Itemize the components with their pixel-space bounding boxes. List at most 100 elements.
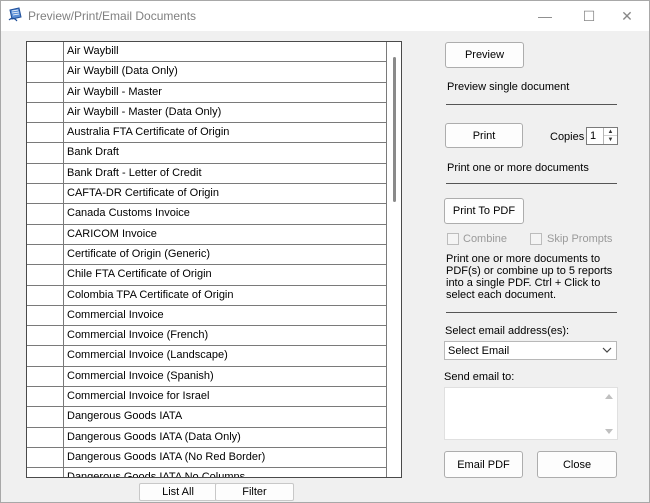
row-selector[interactable]	[27, 366, 64, 387]
list-item[interactable]: Dangerous Goods IATA (No Red Border)	[27, 447, 387, 469]
document-list[interactable]: Air Waybill Air Waybill (Data Only) Air Wa…	[26, 41, 402, 478]
preview-print-email-window: Preview/Print/Email Documents — ☐ ✕ Air …	[0, 0, 650, 503]
maximize-icon: ☐	[582, 7, 596, 24]
document-list-rows: Air Waybill Air Waybill (Data Only) Air Wa…	[27, 42, 387, 477]
list-item[interactable]: Commercial Invoice (Spanish)	[27, 366, 387, 388]
row-selector[interactable]	[27, 285, 64, 305]
document-name: Bank Draft - Letter of Credit	[64, 163, 387, 184]
list-item[interactable]: Air Waybill (Data Only)	[27, 62, 387, 83]
separator	[446, 104, 617, 105]
document-name: Commercial Invoice (Landscape)	[64, 346, 387, 366]
row-selector[interactable]	[27, 447, 64, 468]
list-item[interactable]: Dangerous Goods IATA No Columns	[27, 468, 387, 477]
email-select-value: Select Email	[448, 345, 510, 357]
row-selector[interactable]	[27, 102, 64, 123]
minimize-button[interactable]: —	[523, 1, 567, 31]
document-name: Commercial Invoice (French)	[64, 326, 387, 346]
close-button[interactable]: Close	[537, 451, 617, 478]
document-name: Dangerous Goods IATA No Columns	[64, 468, 387, 477]
row-selector[interactable]	[27, 346, 64, 366]
list-item[interactable]: Commercial Invoice (French)	[27, 326, 387, 347]
list-item[interactable]: Commercial Invoice (Landscape)	[27, 346, 387, 367]
document-name: Certificate of Origin (Generic)	[64, 244, 387, 265]
copies-value: 1	[590, 130, 597, 142]
list-item[interactable]: Air Waybill	[27, 42, 387, 63]
row-selector[interactable]	[27, 143, 64, 163]
copies-stepper[interactable]: 1 ▲ ▼	[586, 127, 618, 145]
document-name: CAFTA-DR Certificate of Origin	[64, 184, 387, 204]
list-item[interactable]: Commercial Invoice for Israel	[27, 387, 387, 408]
print-description: Print one or more documents	[447, 162, 589, 174]
list-item[interactable]: Dangerous Goods IATA	[27, 407, 387, 428]
list-item[interactable]: Colombia TPA Certificate of Origin	[27, 285, 387, 306]
chevron-down-icon	[602, 347, 612, 353]
row-selector[interactable]	[27, 123, 64, 143]
minimize-icon: —	[538, 8, 552, 24]
document-name: CARICOM Invoice	[64, 224, 387, 244]
row-selector[interactable]	[27, 82, 64, 102]
row-selector[interactable]	[27, 468, 64, 477]
row-selector[interactable]	[27, 244, 64, 265]
print-to-pdf-button[interactable]: Print To PDF	[444, 198, 524, 224]
row-selector[interactable]	[27, 62, 64, 82]
document-name: Dangerous Goods IATA	[64, 407, 387, 427]
combine-checkbox[interactable]	[447, 233, 459, 245]
row-selector[interactable]	[27, 163, 64, 184]
send-email-to-field[interactable]	[444, 387, 618, 440]
spin-up-icon[interactable]: ▲	[604, 128, 617, 136]
email-pdf-button[interactable]: Email PDF	[444, 451, 523, 478]
copies-spin-buttons: ▲ ▼	[603, 128, 617, 144]
title-bar: Preview/Print/Email Documents — ☐ ✕	[1, 1, 649, 31]
document-name: Air Waybill	[64, 42, 387, 62]
document-list-scrollbar[interactable]	[387, 42, 401, 477]
print-button[interactable]: Print	[445, 123, 523, 148]
document-name: Canada Customs Invoice	[64, 204, 387, 224]
close-icon: ✕	[621, 7, 633, 24]
row-selector[interactable]	[27, 42, 64, 62]
list-item[interactable]: Air Waybill - Master (Data Only)	[27, 102, 387, 124]
list-item[interactable]: Dangerous Goods IATA (Data Only)	[27, 427, 387, 448]
list-item[interactable]: Canada Customs Invoice	[27, 204, 387, 225]
select-email-label: Select email address(es):	[445, 325, 570, 337]
list-item[interactable]: Chile FTA Certificate of Origin	[27, 265, 387, 286]
list-item[interactable]: CAFTA-DR Certificate of Origin	[27, 184, 387, 205]
list-item[interactable]: Bank Draft - Letter of Credit	[27, 163, 387, 185]
row-selector[interactable]	[27, 265, 64, 285]
document-name: Dangerous Goods IATA (Data Only)	[64, 427, 387, 447]
row-selector[interactable]	[27, 204, 64, 224]
send-email-to-label: Send email to:	[444, 371, 515, 383]
preview-button[interactable]: Preview	[445, 42, 524, 68]
row-selector[interactable]	[27, 407, 64, 427]
separator	[446, 183, 617, 184]
list-all-button[interactable]: List All	[139, 483, 217, 501]
document-name: Commercial Invoice	[64, 305, 387, 326]
skip-prompts-label: Skip Prompts	[547, 233, 613, 245]
list-item[interactable]: Australia FTA Certificate of Origin	[27, 123, 387, 144]
close-window-button[interactable]: ✕	[605, 1, 649, 31]
scroll-down-icon[interactable]	[604, 428, 614, 436]
list-item[interactable]: Bank Draft	[27, 143, 387, 164]
scroll-up-icon[interactable]	[604, 392, 614, 400]
spin-down-icon[interactable]: ▼	[604, 136, 617, 144]
email-select[interactable]: Select Email	[444, 341, 617, 360]
row-selector[interactable]	[27, 326, 64, 346]
row-selector[interactable]	[27, 305, 64, 326]
list-item[interactable]: Certificate of Origin (Generic)	[27, 244, 387, 266]
filter-button[interactable]: Filter	[215, 483, 294, 501]
combine-label: Combine	[463, 233, 508, 245]
row-selector[interactable]	[27, 224, 64, 244]
row-selector[interactable]	[27, 184, 64, 204]
document-name: Dangerous Goods IATA (No Red Border)	[64, 447, 387, 468]
skip-prompts-checkbox[interactable]	[530, 233, 542, 245]
list-item[interactable]: Commercial Invoice	[27, 305, 387, 327]
send-email-scrollbar[interactable]	[601, 388, 617, 439]
document-name: Bank Draft	[64, 143, 387, 163]
scrollbar-thumb[interactable]	[393, 57, 396, 202]
document-name: Air Waybill (Data Only)	[64, 62, 387, 82]
window-title: Preview/Print/Email Documents	[28, 9, 197, 23]
list-item[interactable]: Air Waybill - Master	[27, 82, 387, 103]
row-selector[interactable]	[27, 427, 64, 447]
copies-label: Copies	[550, 131, 585, 143]
row-selector[interactable]	[27, 387, 64, 407]
list-item[interactable]: CARICOM Invoice	[27, 224, 387, 245]
